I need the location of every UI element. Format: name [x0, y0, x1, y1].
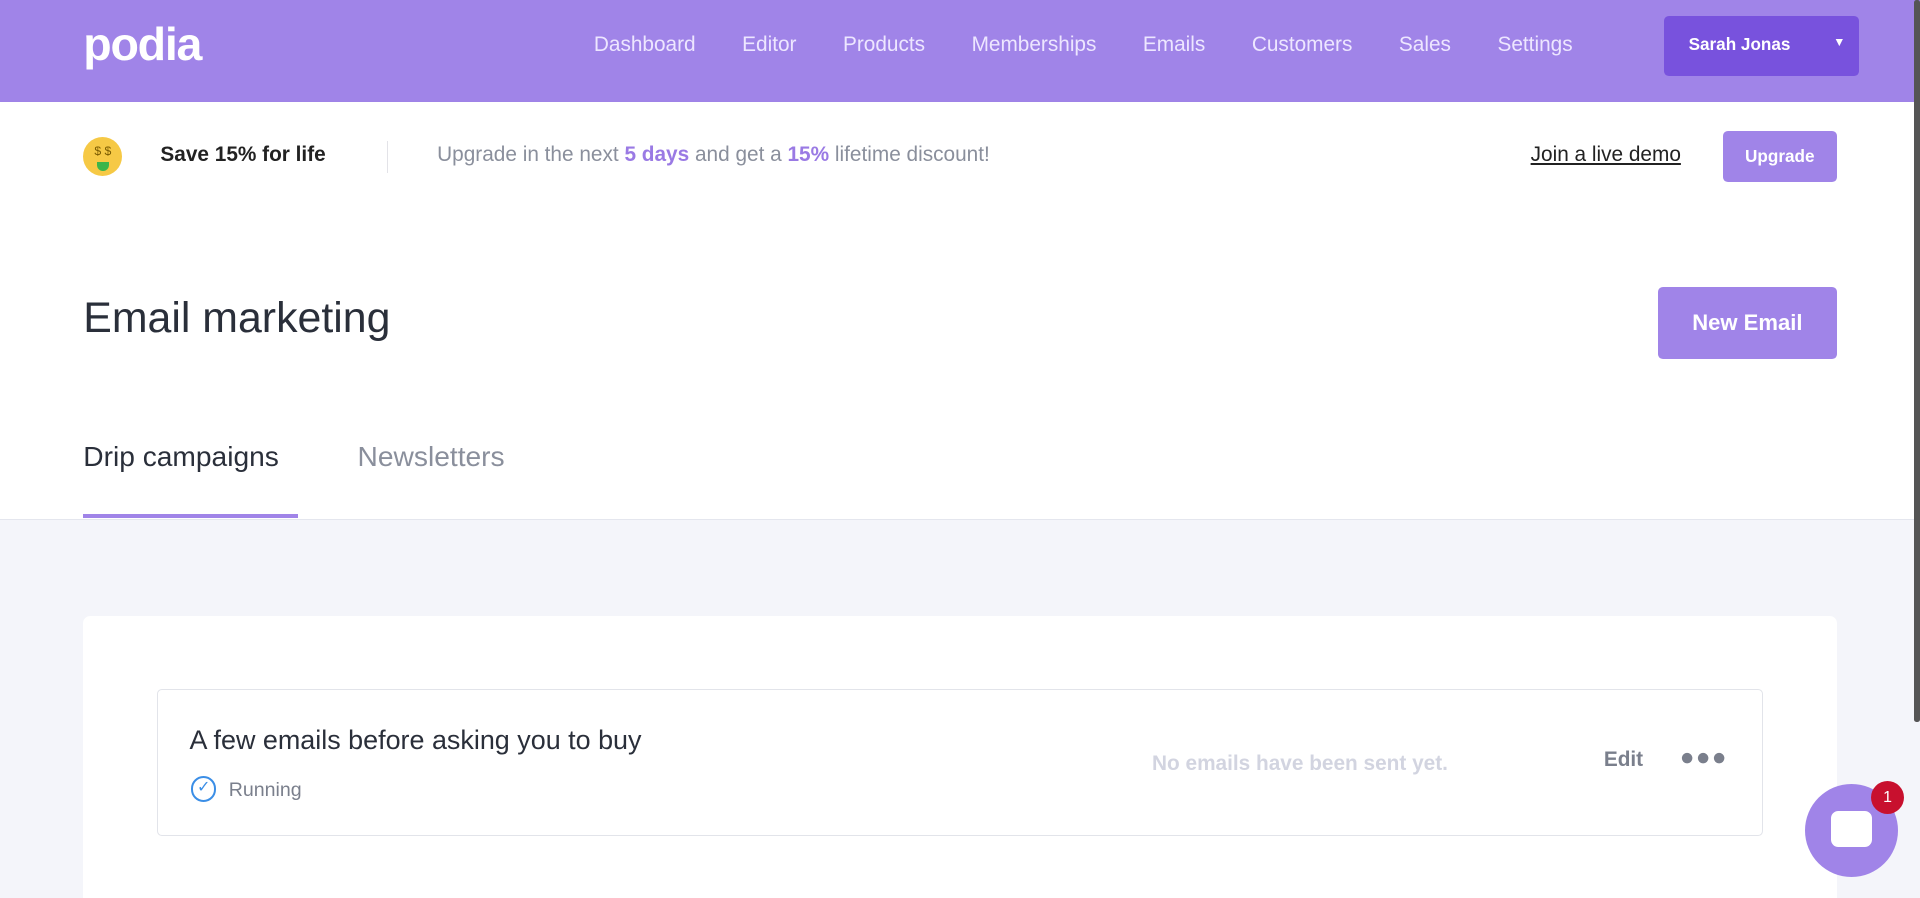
podia-logo[interactable]: podia: [83, 17, 202, 71]
nav-products[interactable]: Products: [843, 33, 925, 57]
top-navbar: podia Dashboard Editor Products Membersh…: [0, 0, 1920, 102]
money-mouth-face-icon: $ $: [83, 137, 123, 177]
nav-customers[interactable]: Customers: [1252, 33, 1353, 57]
campaign-row[interactable]: A few emails before asking you to buy ✓ …: [156, 689, 1763, 836]
new-email-button[interactable]: New Email: [1657, 286, 1837, 359]
nav-dashboard[interactable]: Dashboard: [594, 33, 696, 57]
page-title: Email marketing: [83, 293, 391, 342]
chat-bubble-icon: [1830, 810, 1873, 848]
edit-button[interactable]: Edit: [1604, 748, 1643, 772]
scrollbar[interactable]: [1913, 0, 1920, 723]
campaign-status: Running: [228, 778, 302, 801]
promo-title: Save 15% for life: [160, 143, 326, 167]
nav-editor[interactable]: Editor: [742, 33, 796, 57]
join-live-demo-link[interactable]: Join a live demo: [1531, 143, 1681, 167]
campaigns-panel: A few emails before asking you to buy ✓ …: [83, 615, 1837, 898]
user-menu-button[interactable]: Sarah Jonas ▼: [1664, 15, 1859, 76]
nav-emails[interactable]: Emails: [1143, 33, 1205, 57]
promo-message: Upgrade in the next 5 days and get a 15%…: [437, 143, 990, 167]
caret-down-icon: ▼: [1833, 35, 1846, 50]
tab-newsletters[interactable]: Newsletters: [358, 441, 505, 473]
active-tab-indicator: [83, 514, 298, 518]
main-nav: Dashboard Editor Products Memberships Em…: [594, 33, 1619, 57]
sent-status: No emails have been sent yet.: [1152, 751, 1448, 775]
user-name: Sarah Jonas: [1688, 34, 1791, 55]
check-circle-icon: ✓: [190, 776, 217, 802]
notification-badge: 1: [1871, 781, 1905, 815]
nav-settings[interactable]: Settings: [1497, 33, 1572, 57]
upgrade-button[interactable]: Upgrade: [1722, 131, 1837, 183]
divider: [386, 140, 389, 173]
more-options-icon[interactable]: ●●●: [1680, 744, 1728, 772]
nav-memberships[interactable]: Memberships: [972, 33, 1097, 57]
page-header: Email marketing New Email Drip campaigns…: [0, 213, 1920, 521]
nav-sales[interactable]: Sales: [1399, 33, 1451, 57]
campaign-title[interactable]: A few emails before asking you to buy: [190, 725, 642, 756]
promo-banner: $ $ Save 15% for life Upgrade in the nex…: [0, 101, 1920, 214]
tab-drip-campaigns[interactable]: Drip campaigns: [83, 441, 279, 473]
